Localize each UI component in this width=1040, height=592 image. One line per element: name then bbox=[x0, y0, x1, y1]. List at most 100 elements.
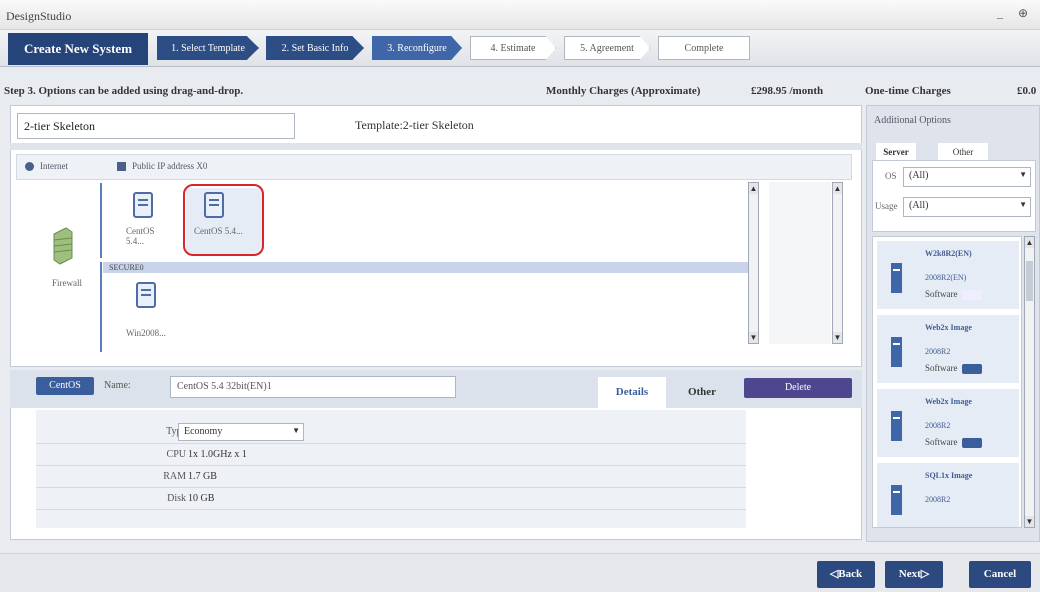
panel-divider bbox=[10, 143, 862, 150]
spec-row-cpu: CPU 1x 1.0GHz x 1 bbox=[36, 444, 746, 466]
os-badge: CentOS bbox=[36, 377, 94, 395]
title-bar: DesignStudio _ ⊕ bbox=[0, 0, 1040, 30]
disk-label: Disk bbox=[167, 493, 186, 504]
options-filter: OS (All) ▼ Usage (All) ▼ bbox=[872, 160, 1036, 232]
step-select-template[interactable]: 1. Select Template bbox=[157, 36, 259, 60]
chevron-down-icon: ▼ bbox=[292, 426, 300, 435]
server-specs: Type Economy ▼ CPU 1x 1.0GHz x 1 RAM 1.7… bbox=[36, 410, 746, 528]
option-card[interactable]: Web2x Image 2008R2 Software bbox=[877, 315, 1019, 385]
zone-secure-header: SECURE0 bbox=[103, 262, 748, 273]
name-label: Name: bbox=[104, 380, 131, 391]
footer-bar bbox=[0, 553, 1040, 592]
software-label: Software bbox=[925, 437, 958, 447]
option-software: Software bbox=[925, 363, 982, 374]
cpu-value: 1x 1.0GHz x 1 bbox=[188, 449, 247, 460]
cpu-label: CPU bbox=[166, 449, 186, 460]
option-title: Web2x Image bbox=[925, 397, 972, 406]
chevron-down-icon: ▼ bbox=[1019, 170, 1027, 179]
option-title: W2k8R2(EN) bbox=[925, 249, 972, 258]
server-caption: Win2008... bbox=[126, 328, 166, 338]
internet-node[interactable]: Internet bbox=[25, 161, 68, 172]
option-card[interactable]: Web2x Image 2008R2 Software bbox=[877, 389, 1019, 459]
selection-highlight bbox=[183, 184, 264, 256]
options-tabs: Server Other bbox=[872, 143, 1036, 161]
firewall-label: Firewall bbox=[52, 278, 82, 288]
cancel-button[interactable]: Cancel bbox=[969, 561, 1031, 588]
scroll-up-icon[interactable]: ▲ bbox=[833, 183, 842, 194]
template-label: Template:2-tier Skeleton bbox=[355, 118, 474, 132]
create-new-system-tab[interactable]: Create New System bbox=[8, 33, 148, 65]
option-card[interactable]: W2k8R2(EN) 2008R2(EN) Software bbox=[877, 241, 1019, 311]
option-subtitle: 2008R2(EN) bbox=[925, 273, 967, 282]
software-label: Software bbox=[925, 289, 958, 299]
software-label: Software bbox=[925, 363, 958, 373]
option-title: Web2x Image bbox=[925, 323, 972, 332]
server-centos-1[interactable]: CentOS 5.4... bbox=[124, 188, 164, 248]
spec-row-ram: RAM 1.7 GB bbox=[36, 466, 746, 488]
system-name-input[interactable]: 2-tier Skeleton bbox=[17, 113, 295, 139]
scroll-down-icon[interactable]: ▼ bbox=[833, 332, 842, 343]
scroll-up-icon[interactable]: ▲ bbox=[1025, 237, 1034, 248]
ip-icon bbox=[117, 162, 126, 172]
canvas-right-area bbox=[769, 182, 831, 344]
spec-row-type: Type Economy ▼ bbox=[36, 418, 746, 444]
back-button[interactable]: ◁Back bbox=[817, 561, 875, 588]
step-set-basic-info[interactable]: 2. Set Basic Info bbox=[266, 36, 364, 60]
step-instruction: Step 3. Options can be added using drag-… bbox=[4, 85, 244, 97]
chevron-down-icon: ▼ bbox=[1019, 200, 1027, 209]
delete-button[interactable]: Delete bbox=[744, 378, 852, 398]
step-reconfigure[interactable]: 3. Reconfigure bbox=[372, 36, 462, 60]
server-name-field[interactable]: CentOS 5.4 32bit(EN)1 bbox=[170, 376, 456, 398]
os-filter-value: (All) bbox=[909, 170, 929, 181]
spec-row-disk: Disk 10 GB bbox=[36, 488, 746, 510]
options-scrollbar[interactable]: ▲ ▼ bbox=[1024, 236, 1035, 528]
type-value: Economy bbox=[184, 426, 223, 437]
software-badge bbox=[961, 437, 982, 448]
option-subtitle: 2008R2 bbox=[925, 495, 951, 504]
option-title: SQL1x Image bbox=[925, 471, 973, 480]
option-card[interactable]: SQL1x Image 2008R2 bbox=[877, 463, 1019, 527]
firewall-node[interactable] bbox=[52, 226, 73, 266]
canvas-scrollbar[interactable]: ▲ ▼ bbox=[748, 182, 759, 344]
canvas-scrollbar-2[interactable]: ▲ ▼ bbox=[832, 182, 843, 344]
tab-server[interactable]: Server bbox=[876, 143, 916, 161]
server-icon bbox=[136, 282, 156, 308]
scroll-down-icon[interactable]: ▼ bbox=[1025, 516, 1034, 527]
scroll-down-icon[interactable]: ▼ bbox=[749, 332, 758, 343]
usage-filter-label: Usage bbox=[875, 201, 898, 211]
option-software: Software bbox=[925, 437, 982, 448]
next-button[interactable]: Next▷ bbox=[885, 561, 943, 588]
globe-icon bbox=[25, 162, 34, 172]
options-list: W2k8R2(EN) 2008R2(EN) Software Web2x Ima… bbox=[872, 236, 1022, 528]
tab-other[interactable]: Other bbox=[668, 377, 736, 408]
window-controls[interactable]: _ ⊕ bbox=[997, 6, 1034, 21]
onetime-charges-label: One-time Charges bbox=[865, 85, 951, 97]
ram-label: RAM bbox=[163, 471, 186, 482]
option-subtitle: 2008R2 bbox=[925, 421, 951, 430]
tab-details[interactable]: Details bbox=[598, 377, 666, 408]
usage-filter-value: (All) bbox=[909, 200, 929, 211]
monthly-charges-value: £298.95 /month bbox=[751, 85, 824, 97]
server-win2008[interactable]: Win2008... bbox=[124, 278, 174, 340]
step-agreement[interactable]: 5. Agreement bbox=[564, 36, 650, 60]
server-image-icon bbox=[891, 337, 902, 367]
step-estimate[interactable]: 4. Estimate bbox=[470, 36, 556, 60]
server-icon bbox=[133, 192, 153, 218]
disk-value: 10 GB bbox=[188, 493, 215, 504]
network-zone-2 bbox=[100, 262, 750, 352]
onetime-charges-value: £0.0 bbox=[1017, 85, 1037, 97]
server-image-icon bbox=[891, 485, 902, 515]
additional-options-title: Additional Options bbox=[874, 115, 951, 126]
public-ip-node[interactable]: Public IP address X0 bbox=[117, 161, 208, 172]
server-image-icon bbox=[891, 411, 902, 441]
step-complete[interactable]: Complete bbox=[658, 36, 750, 60]
scroll-up-icon[interactable]: ▲ bbox=[749, 183, 758, 194]
usage-filter-select[interactable]: (All) ▼ bbox=[903, 197, 1031, 217]
server-image-icon bbox=[891, 263, 902, 293]
network-row: Internet Public IP address X0 bbox=[16, 154, 852, 180]
scroll-thumb[interactable] bbox=[1026, 261, 1033, 301]
os-filter-select[interactable]: (All) ▼ bbox=[903, 167, 1031, 187]
type-select[interactable]: Economy ▼ bbox=[178, 423, 304, 441]
public-ip-label: Public IP address X0 bbox=[132, 161, 208, 171]
tab-options-other[interactable]: Other bbox=[938, 143, 988, 161]
